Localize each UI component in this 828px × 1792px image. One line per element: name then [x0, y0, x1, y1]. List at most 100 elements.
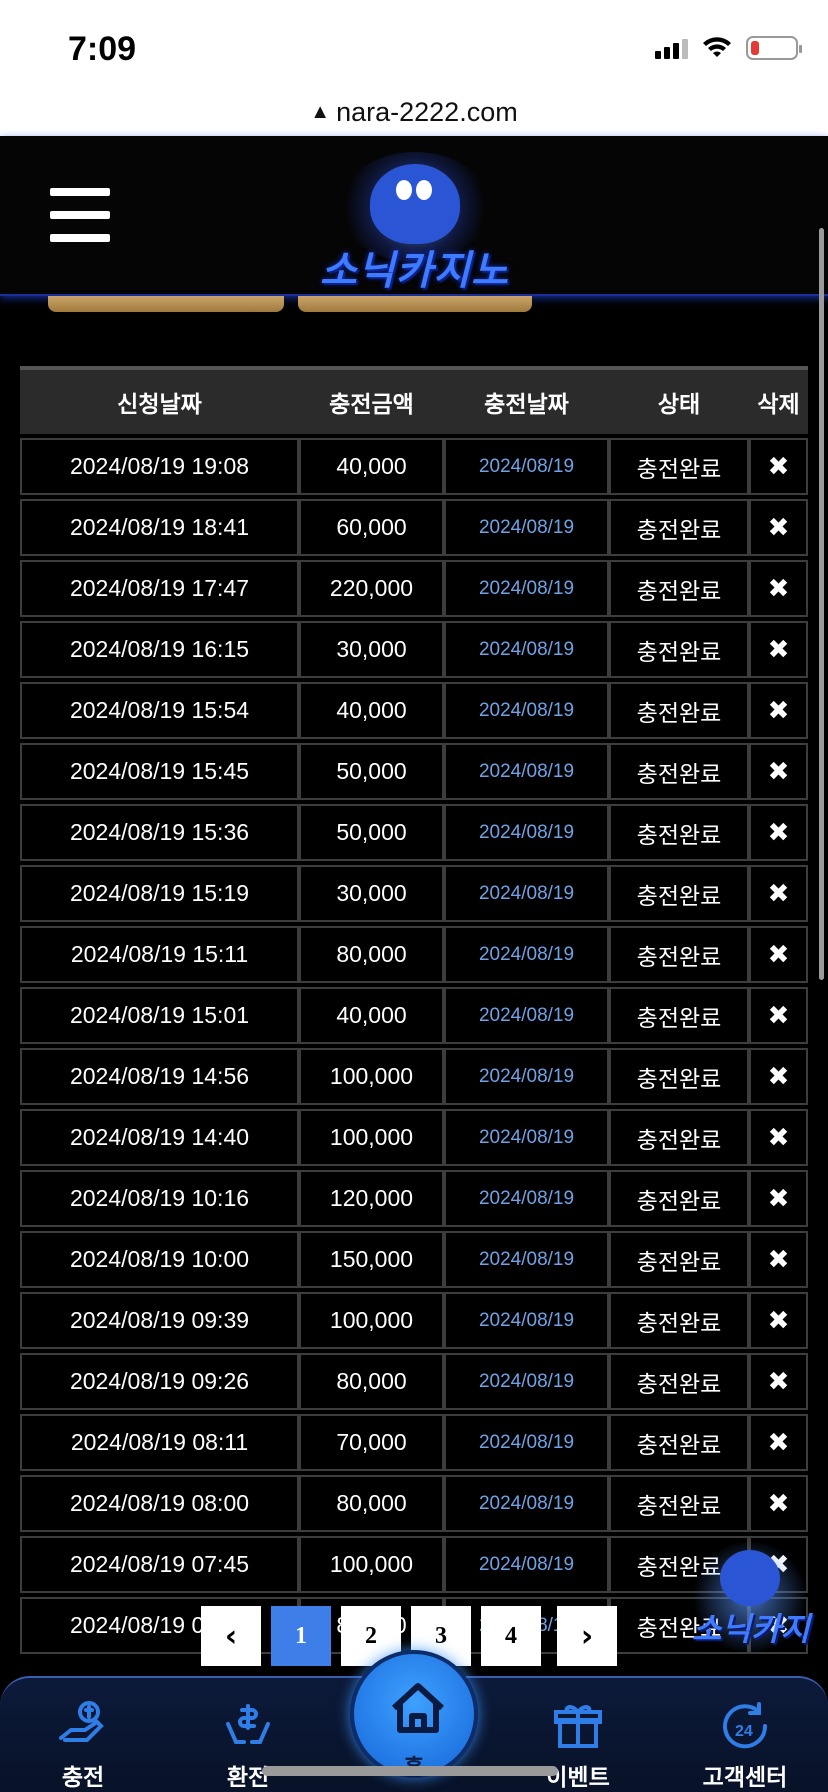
battery-icon [746, 36, 802, 60]
request-date-cell: 2024/08/19 15:01 [20, 987, 299, 1044]
delete-icon[interactable]: ✖ [749, 743, 808, 800]
support-24-icon: 24 [723, 1702, 768, 1749]
column-header: 충전날짜 [444, 366, 609, 434]
amount-cell: 40,000 [299, 987, 444, 1044]
amount-cell: 40,000 [299, 682, 444, 739]
delete-icon[interactable]: ✖ [749, 1292, 808, 1349]
status-cell: 충전완료 [609, 438, 749, 495]
table-row: 2024/08/19 10:16 120,000 2024/08/19 충전완료 ✖ [20, 1170, 808, 1227]
page-scrollbar[interactable] [819, 228, 824, 980]
request-date-cell: 2024/08/19 15:19 [20, 865, 299, 922]
amount-cell: 70,000 [299, 1414, 444, 1471]
delete-icon[interactable]: ✖ [749, 1170, 808, 1227]
request-date-cell: 2024/08/19 10:00 [20, 1231, 299, 1288]
charge-date-cell: 2024/08/19 [444, 1292, 609, 1349]
charge-date-cell: 2024/08/19 [444, 987, 609, 1044]
page-button-1[interactable]: 1 [271, 1606, 331, 1666]
table-row: 2024/08/19 08:00 80,000 2024/08/19 충전완료 ✖ [20, 1475, 808, 1532]
amount-cell: 120,000 [299, 1170, 444, 1227]
table-row: 2024/08/19 15:19 30,000 2024/08/19 충전완료 ✖ [20, 865, 808, 922]
status-cell: 충전완료 [609, 682, 749, 739]
table-row: 2024/08/19 14:56 100,000 2024/08/19 충전완료 ✖ [20, 1048, 808, 1105]
request-date-cell: 2024/08/19 08:11 [20, 1414, 299, 1471]
amount-cell: 50,000 [299, 743, 444, 800]
delete-icon[interactable]: ✖ [749, 499, 808, 556]
request-date-cell: 2024/08/19 15:11 [20, 926, 299, 983]
delete-icon[interactable]: ✖ [749, 865, 808, 922]
table-row: 2024/08/19 16:15 30,000 2024/08/19 충전완료 ✖ [20, 621, 808, 678]
request-date-cell: 2024/08/19 14:56 [20, 1048, 299, 1105]
next-page-button[interactable]: › [557, 1606, 617, 1666]
nav-charge[interactable]: 충전 [18, 1678, 148, 1792]
status-cell: 충전완료 [609, 1048, 749, 1105]
delete-icon[interactable]: ✖ [749, 1414, 808, 1471]
amount-cell: 30,000 [299, 865, 444, 922]
floating-badge-text: 소닉카지 [692, 1611, 810, 1647]
column-header: 충전금액 [299, 366, 444, 434]
request-date-cell: 2024/08/19 19:08 [20, 438, 299, 495]
delete-icon[interactable]: ✖ [749, 621, 808, 678]
site-logo[interactable]: 소닉카지노 [300, 142, 530, 293]
charge-date-cell: 2024/08/19 [444, 560, 609, 617]
site-header: 소닉카지노 [0, 136, 828, 296]
delete-icon[interactable]: ✖ [749, 987, 808, 1044]
status-cell: 충전완료 [609, 1170, 749, 1227]
status-cell: 충전완료 [609, 1353, 749, 1410]
column-header: 신청날짜 [20, 366, 299, 434]
status-cell: 충전완료 [609, 1231, 749, 1288]
charge-date-cell: 2024/08/19 [444, 865, 609, 922]
page-button-4[interactable]: 4 [481, 1606, 541, 1666]
nav-customer-center[interactable]: 24 고객센터 [680, 1678, 810, 1792]
delete-icon[interactable]: ✖ [749, 438, 808, 495]
delete-icon[interactable]: ✖ [749, 1231, 808, 1288]
charge-date-cell: 2024/08/19 [444, 804, 609, 861]
amount-cell: 80,000 [299, 1475, 444, 1532]
status-cell: 충전완료 [609, 499, 749, 556]
delete-icon[interactable]: ✖ [749, 926, 808, 983]
nav-home-button[interactable]: 홈 [350, 1650, 478, 1780]
home-icon [391, 1683, 445, 1733]
tab-button-2[interactable] [298, 296, 532, 312]
charge-date-cell: 2024/08/19 [444, 1170, 609, 1227]
delete-icon[interactable]: ✖ [749, 682, 808, 739]
url-bar[interactable]: ▲ nara-2222.com [0, 88, 828, 136]
charge-date-cell: 2024/08/19 [444, 1414, 609, 1471]
charge-date-cell: 2024/08/19 [444, 1536, 609, 1593]
delete-icon[interactable]: ✖ [749, 560, 808, 617]
status-cell: 충전완료 [609, 1475, 749, 1532]
table-row: 2024/08/19 15:11 80,000 2024/08/19 충전완료 ✖ [20, 926, 808, 983]
request-date-cell: 2024/08/19 09:39 [20, 1292, 299, 1349]
column-header: 삭제 [749, 366, 808, 434]
delete-icon[interactable]: ✖ [749, 804, 808, 861]
status-cell: 충전완료 [609, 1414, 749, 1471]
svg-text:24: 24 [735, 1723, 753, 1740]
delete-icon[interactable]: ✖ [749, 1475, 808, 1532]
table-row: 2024/08/19 10:00 150,000 2024/08/19 충전완료 ✖ [20, 1231, 808, 1288]
status-icons [655, 36, 802, 60]
column-header: 상태 [609, 366, 749, 434]
prev-page-button[interactable]: ‹ [201, 1606, 261, 1666]
amount-cell: 220,000 [299, 560, 444, 617]
tab-button-1[interactable] [48, 296, 284, 312]
status-time: 7:09 [68, 30, 137, 68]
floating-logo-badge[interactable]: 소닉카지 [690, 1542, 810, 1652]
charge-date-cell: 2024/08/19 [444, 499, 609, 556]
amount-cell: 80,000 [299, 1353, 444, 1410]
table-row: 2024/08/19 18:41 60,000 2024/08/19 충전완료 ✖ [20, 499, 808, 556]
table-row: 2024/08/19 15:45 50,000 2024/08/19 충전완료 ✖ [20, 743, 808, 800]
status-cell: 충전완료 [609, 804, 749, 861]
cellular-signal-icon [655, 37, 688, 59]
status-cell: 충전완료 [609, 1292, 749, 1349]
delete-icon[interactable]: ✖ [749, 1048, 808, 1105]
request-date-cell: 2024/08/19 07:45 [20, 1536, 299, 1593]
delete-icon[interactable]: ✖ [749, 1353, 808, 1410]
amount-cell: 50,000 [299, 804, 444, 861]
request-date-cell: 2024/08/19 09:26 [20, 1353, 299, 1410]
menu-hamburger-icon[interactable] [50, 188, 110, 242]
logo-text: 소닉카지노 [320, 249, 509, 293]
delete-icon[interactable]: ✖ [749, 1109, 808, 1166]
table-row: 2024/08/19 17:47 220,000 2024/08/19 충전완료 ✖ [20, 560, 808, 617]
request-date-cell: 2024/08/19 10:16 [20, 1170, 299, 1227]
table-row: 2024/08/19 09:39 100,000 2024/08/19 충전완료 ✖ [20, 1292, 808, 1349]
amount-cell: 150,000 [299, 1231, 444, 1288]
